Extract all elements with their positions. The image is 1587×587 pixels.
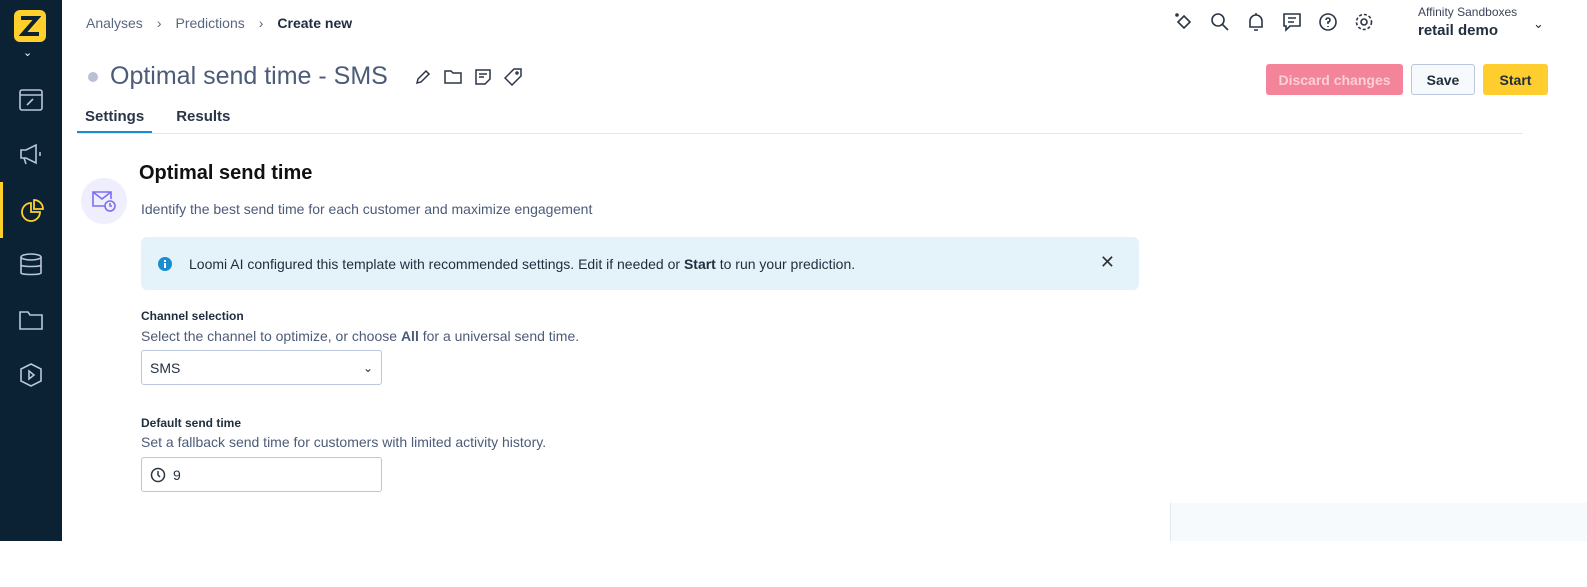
channel-label: Channel selection xyxy=(141,309,244,323)
tab-results[interactable]: Results xyxy=(168,100,238,133)
analyses-pie-icon[interactable] xyxy=(0,182,62,238)
breadcrumb-predictions[interactable]: Predictions xyxy=(175,15,244,31)
chevron-down-icon[interactable]: ⌄ xyxy=(23,46,32,59)
tab-settings[interactable]: Settings xyxy=(77,100,153,133)
section-heading: Optimal send time xyxy=(139,162,313,184)
top-toolbar xyxy=(1174,12,1374,32)
default-send-time-label: Default send time xyxy=(141,416,242,430)
dashboard-icon[interactable] xyxy=(0,72,62,128)
account-switcher[interactable]: Affinity Sandboxes retail demo xyxy=(1418,5,1517,39)
note-icon[interactable] xyxy=(474,68,492,86)
pencil-icon[interactable] xyxy=(414,68,432,86)
info-text: Loomi AI configured this template with r… xyxy=(189,255,856,272)
breadcrumb-current: Create new xyxy=(277,15,353,31)
breadcrumb: Analyses › Predictions › Create new xyxy=(86,15,352,31)
sandbox-name: Affinity Sandboxes xyxy=(1418,5,1518,19)
help-icon[interactable] xyxy=(1318,12,1338,32)
default-send-time-input[interactable]: 9 xyxy=(141,457,382,492)
chevron-right-icon: › xyxy=(258,15,264,31)
sidebar: ⌄ xyxy=(0,0,62,541)
chevron-right-icon: › xyxy=(156,15,162,31)
tab-bar: Settings Results xyxy=(77,100,1523,134)
folder-icon[interactable] xyxy=(444,68,462,86)
mail-clock-icon xyxy=(81,178,127,224)
database-icon[interactable] xyxy=(0,237,62,293)
save-button[interactable]: Save xyxy=(1411,64,1475,95)
chat-icon[interactable] xyxy=(1282,12,1302,32)
clock-icon xyxy=(150,467,166,482)
logo[interactable] xyxy=(14,10,46,42)
default-send-time-value: 9 xyxy=(173,466,181,483)
channel-select[interactable]: SMS ⌄ xyxy=(141,350,382,385)
info-banner: Loomi AI configured this template with r… xyxy=(141,237,1139,290)
gear-icon[interactable] xyxy=(1354,12,1374,32)
breadcrumb-analyses[interactable]: Analyses xyxy=(86,15,143,31)
info-icon xyxy=(158,256,172,271)
sparkle-icon[interactable] xyxy=(1174,12,1194,32)
side-panel xyxy=(1170,503,1587,541)
discard-changes-button[interactable]: Discard changes xyxy=(1266,64,1403,95)
default-send-time-description: Set a fallback send time for customers w… xyxy=(141,434,547,450)
channel-description: Select the channel to optimize, or choos… xyxy=(141,328,580,344)
megaphone-icon[interactable] xyxy=(0,126,62,182)
chevron-down-icon[interactable]: ⌄ xyxy=(1533,16,1544,32)
channel-value: SMS xyxy=(150,359,181,376)
page-title: Optimal send time - SMS xyxy=(110,62,388,90)
section-subtitle: Identify the best send time for each cus… xyxy=(141,201,593,217)
tag-icon[interactable] xyxy=(503,67,522,86)
play-hexagon-icon[interactable] xyxy=(0,347,62,403)
chevron-down-icon: ⌄ xyxy=(362,360,373,375)
folder-icon[interactable] xyxy=(0,292,62,348)
project-name: retail demo xyxy=(1418,22,1499,39)
status-dot xyxy=(88,71,98,82)
search-icon[interactable] xyxy=(1210,12,1230,32)
bell-icon[interactable] xyxy=(1246,12,1266,32)
start-button[interactable]: Start xyxy=(1483,64,1548,95)
close-icon[interactable]: ✕ xyxy=(1100,252,1115,273)
